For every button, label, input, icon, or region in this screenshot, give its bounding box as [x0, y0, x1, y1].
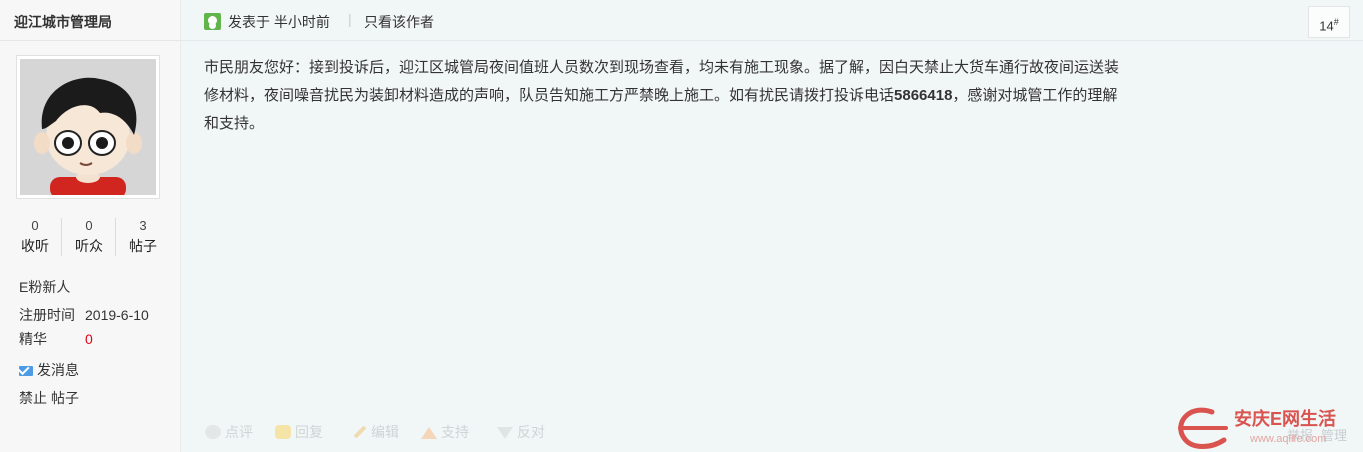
stat-followers[interactable]: 0 听众 — [62, 218, 116, 256]
author-stats: 0 收听 0 听众 3 帖子 — [8, 218, 172, 258]
floor-mark: # — [1333, 17, 1339, 27]
divider — [0, 40, 180, 41]
floor-number[interactable]: 14# — [1308, 6, 1350, 38]
online-status-icon — [204, 13, 221, 30]
phone-number: 5866418 — [894, 87, 953, 104]
oppose-button[interactable]: 反对 — [497, 422, 545, 442]
stat-following-label: 收听 — [21, 238, 49, 254]
author-sidebar: 迎江城市管理局 0 收听 0 听众 3 帖子 E粉新人 注册时间 2019-6-… — [0, 0, 181, 452]
floor-value: 14 — [1319, 18, 1334, 34]
stat-followers-count: 0 — [85, 218, 93, 233]
thumbs-down-arrow-icon — [497, 427, 513, 439]
divider — [181, 40, 1363, 41]
stat-following-count: 0 — [31, 218, 39, 233]
reply-icon — [275, 425, 291, 439]
post-content: 市民朋友您好：接到投诉后，迎江区城管局夜间值班人员数次到现场查看，均未有施工现象… — [204, 54, 1124, 138]
posted-time: 发表于 半小时前 — [228, 12, 330, 32]
comment-label: 点评 — [225, 424, 253, 440]
posted-time-value: 半小时前 — [273, 14, 330, 30]
user-level[interactable]: E粉新人 — [19, 277, 70, 297]
header-separator: | — [348, 11, 352, 27]
support-button[interactable]: 支持 — [421, 422, 469, 442]
oppose-label: 反对 — [517, 424, 545, 440]
report-link[interactable]: 举报 — [1287, 428, 1313, 443]
author-name-link[interactable]: 迎江城市管理局 — [14, 12, 112, 32]
send-message-label: 发消息 — [37, 362, 79, 378]
send-message-link[interactable]: 发消息 — [19, 360, 79, 380]
support-label: 支持 — [441, 424, 469, 440]
post-tail-links: 举报 管理 — [1279, 425, 1347, 444]
only-author-link[interactable]: 只看该作者 — [364, 12, 434, 32]
thumbs-up-arrow-icon — [421, 427, 437, 439]
post-header: 发表于 半小时前 | 只看该作者 14# — [181, 0, 1363, 40]
posted-prefix: 发表于 — [228, 14, 270, 30]
user-posts-link[interactable]: 帖子 — [51, 390, 79, 406]
moderation-links: 禁止 帖子 — [19, 388, 83, 408]
registration-label: 注册时间 — [19, 307, 75, 323]
reply-label: 回复 — [295, 424, 323, 440]
stat-posts-label: 帖子 — [129, 238, 157, 254]
ban-user-link[interactable]: 禁止 — [19, 390, 47, 406]
digest-count: 0 — [85, 331, 93, 347]
avatar-cartoon-icon — [20, 59, 156, 195]
comment-button[interactable]: 点评 — [205, 422, 253, 442]
stat-posts[interactable]: 3 帖子 — [116, 218, 170, 256]
envelope-icon — [19, 366, 33, 376]
pencil-icon — [353, 425, 367, 439]
stat-posts-count: 3 — [139, 218, 147, 233]
stat-following[interactable]: 0 收听 — [8, 218, 62, 256]
avatar-frame[interactable] — [16, 55, 160, 199]
edit-label: 编辑 — [371, 424, 399, 440]
avatar[interactable] — [20, 59, 156, 195]
stat-followers-label: 听众 — [75, 238, 103, 254]
registration-date: 2019-6-10 — [85, 307, 149, 323]
digest-row: 精华 0 — [19, 329, 93, 349]
reply-button[interactable]: 回复 — [275, 422, 323, 442]
manage-link[interactable]: 管理 — [1321, 428, 1347, 443]
digest-label: 精华 — [19, 331, 47, 347]
comment-icon — [205, 425, 221, 439]
post-body: 发表于 半小时前 | 只看该作者 14# 市民朋友您好：接到投诉后，迎江区城管局… — [181, 0, 1363, 452]
edit-button[interactable]: 编辑 — [353, 422, 399, 442]
registration-row: 注册时间 2019-6-10 — [19, 305, 149, 325]
